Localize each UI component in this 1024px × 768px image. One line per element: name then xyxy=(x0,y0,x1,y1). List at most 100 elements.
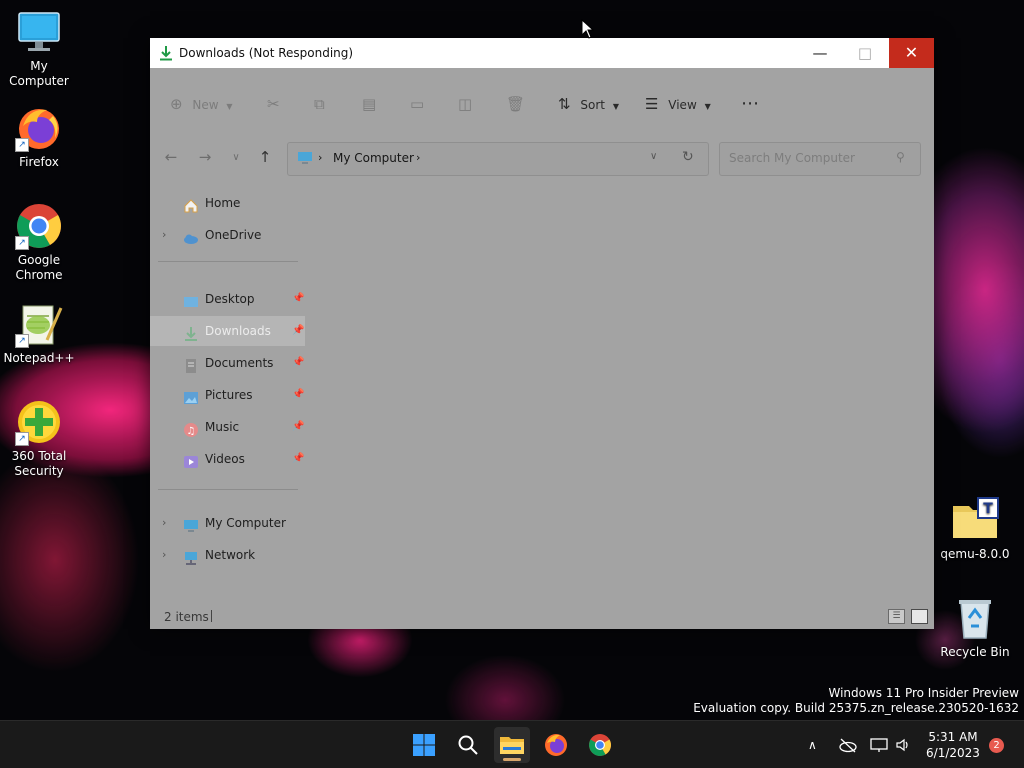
refresh-icon[interactable]: ↻ xyxy=(682,149,694,165)
back-button[interactable]: ← xyxy=(161,148,181,166)
minimize-button[interactable]: — xyxy=(797,38,843,68)
rename-icon: ▭ xyxy=(410,95,425,113)
network-icon xyxy=(183,547,199,565)
desktop-icon-360-total-security[interactable]: ↗ 360 Total Security xyxy=(0,398,78,479)
network-status-button[interactable] xyxy=(838,721,858,768)
nav-item-network[interactable]: › Network xyxy=(150,540,305,570)
chrome-icon xyxy=(589,734,611,756)
nav-item-desktop[interactable]: Desktop 📌 xyxy=(150,284,305,314)
shortcut-arrow-icon: ↗ xyxy=(15,138,29,152)
ethernet-icon xyxy=(870,737,888,752)
share-button[interactable]: ◫ xyxy=(458,94,472,114)
cloud-icon xyxy=(183,227,199,244)
desktop-icon-label: 360 Total Security xyxy=(11,449,67,478)
chevron-down-icon: ∨ xyxy=(232,152,240,163)
monitor-icon xyxy=(297,151,313,168)
pin-icon: 📌 xyxy=(292,421,305,432)
status-bar: 2 items ☰ xyxy=(150,606,934,628)
cloud-offline-icon xyxy=(839,738,857,752)
breadcrumb-my-computer[interactable]: My Computer xyxy=(333,151,414,165)
folder-icon: T xyxy=(951,496,999,544)
desktop-icon-label: Google Chrome xyxy=(15,253,63,282)
desktop-icon-label: qemu-8.0.0 xyxy=(940,547,1010,561)
desktop-icon-chrome[interactable]: ↗ Google Chrome xyxy=(0,202,78,283)
chevron-right-icon[interactable]: › xyxy=(162,508,166,538)
notification-badge[interactable]: 2 xyxy=(989,738,1004,753)
download-icon xyxy=(183,323,199,341)
desktop-icon-recycle-bin[interactable]: Recycle Bin xyxy=(936,594,1014,660)
folder-icon xyxy=(500,737,524,754)
notepadpp-icon: ↗ xyxy=(15,300,63,348)
new-button[interactable]: ⊕ New ▼ xyxy=(170,94,233,114)
pin-icon: 📌 xyxy=(292,453,305,464)
more-options-button[interactable]: ⋯ xyxy=(741,94,760,114)
download-icon xyxy=(159,45,173,61)
watermark-line-2: Evaluation copy. Build 25375.zn_release.… xyxy=(693,701,1019,715)
address-dropdown-icon[interactable]: ∨ xyxy=(650,151,657,162)
status-divider xyxy=(211,610,212,622)
close-button[interactable]: ✕ xyxy=(889,38,934,68)
360-security-icon: ↗ xyxy=(15,398,63,446)
arrow-left-icon: ← xyxy=(164,148,178,166)
sort-button[interactable]: ⇅ Sort ▼ xyxy=(558,94,619,114)
taskbar-firefox[interactable] xyxy=(538,727,574,763)
taskbar-clock[interactable]: 5:31 AM 6/1/2023 xyxy=(920,729,986,761)
home-icon xyxy=(183,195,199,213)
chevron-right-icon[interactable]: › xyxy=(162,220,166,250)
monitor-icon xyxy=(183,515,199,532)
forward-button[interactable]: → xyxy=(195,148,215,166)
taskbar-search-button[interactable] xyxy=(450,727,486,763)
search-input[interactable]: Search My Computer xyxy=(729,151,855,165)
pin-icon: 📌 xyxy=(292,325,305,336)
paste-button[interactable]: ▤ xyxy=(362,94,376,114)
copy-button[interactable]: ⧉ xyxy=(314,94,325,114)
nav-item-onedrive[interactable]: › OneDrive xyxy=(150,220,305,250)
trash-icon: 🗑 xyxy=(506,95,526,113)
title-bar[interactable]: Downloads (Not Responding) — □ ✕ xyxy=(150,38,934,68)
nav-item-videos[interactable]: Videos 📌 xyxy=(150,444,305,474)
desktop-icon-my-computer[interactable]: My Computer xyxy=(0,8,78,89)
shortcut-arrow-icon: ↗ xyxy=(15,334,29,348)
desktop-icon-firefox[interactable]: ↗ Firefox xyxy=(0,104,78,170)
ethernet-status-button[interactable] xyxy=(870,721,888,768)
maximize-button[interactable]: □ xyxy=(842,38,888,68)
chevron-right-icon[interactable]: › xyxy=(162,540,166,570)
volume-button[interactable] xyxy=(895,721,911,768)
chevron-down-icon: ▼ xyxy=(612,102,619,111)
cut-button[interactable]: ✂ xyxy=(267,94,280,114)
nav-item-documents[interactable]: Documents 📌 xyxy=(150,348,305,378)
tiles-view-icon[interactable] xyxy=(911,609,928,624)
nav-item-pictures[interactable]: Pictures 📌 xyxy=(150,380,305,410)
window-title: Downloads (Not Responding) xyxy=(179,46,354,60)
desktop-icon-notepadpp[interactable]: ↗ Notepad++ xyxy=(0,300,78,366)
nav-item-music[interactable]: ♫ Music 📌 xyxy=(150,412,305,442)
address-bar[interactable]: › My Computer › ∨ ↻ xyxy=(287,142,709,176)
delete-button[interactable]: 🗑 xyxy=(506,94,525,114)
mouse-cursor xyxy=(581,18,595,43)
clipboard-icon: ▤ xyxy=(362,95,377,113)
nav-divider xyxy=(158,261,298,262)
details-view-icon[interactable]: ☰ xyxy=(888,609,905,624)
share-icon: ◫ xyxy=(458,95,473,113)
nav-item-my-computer[interactable]: › My Computer xyxy=(150,508,305,538)
rename-button[interactable]: ▭ xyxy=(410,94,424,114)
desktop-folder-icon xyxy=(183,291,199,307)
show-hidden-icons-button[interactable]: ∧ xyxy=(808,721,817,768)
copy-icon: ⧉ xyxy=(314,95,325,113)
nav-item-home[interactable]: Home xyxy=(150,188,305,218)
desktop-icon-qemu-folder[interactable]: T qemu-8.0.0 xyxy=(936,496,1014,562)
chevron-down-icon: ▼ xyxy=(226,102,233,111)
svg-text:T: T xyxy=(983,501,993,517)
search-box[interactable]: Search My Computer ⚲ xyxy=(719,142,921,176)
nav-item-downloads[interactable]: Downloads 📌 xyxy=(150,316,305,346)
start-button[interactable] xyxy=(406,727,442,763)
desktop-icon-label: Firefox xyxy=(19,155,59,169)
taskbar-file-explorer[interactable] xyxy=(494,727,530,763)
view-button[interactable]: ☰ View ▼ xyxy=(645,94,711,114)
taskbar-chrome[interactable] xyxy=(582,727,618,763)
recent-locations-button[interactable]: ∨ xyxy=(226,152,246,163)
ellipsis-icon: ⋯ xyxy=(741,93,760,114)
firefox-icon xyxy=(545,734,567,756)
navigation-pane: Home › OneDrive Desktop 📌 Downloads 📌 Do… xyxy=(150,186,310,596)
up-button[interactable]: ↑ xyxy=(255,148,275,166)
